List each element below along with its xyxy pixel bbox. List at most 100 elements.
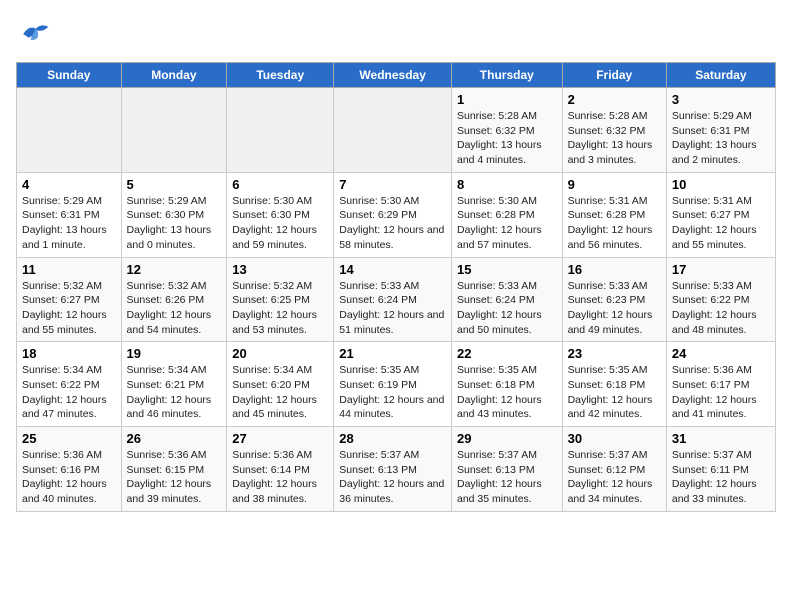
- day-number: 5: [127, 177, 222, 192]
- day-info: Sunrise: 5:36 AM Sunset: 6:17 PM Dayligh…: [672, 363, 770, 422]
- day-info: Sunrise: 5:30 AM Sunset: 6:29 PM Dayligh…: [339, 194, 446, 253]
- day-info: Sunrise: 5:34 AM Sunset: 6:22 PM Dayligh…: [22, 363, 116, 422]
- day-info: Sunrise: 5:29 AM Sunset: 6:31 PM Dayligh…: [22, 194, 116, 253]
- calendar-cell: [334, 88, 452, 173]
- calendar-cell: 16 Sunrise: 5:33 AM Sunset: 6:23 PM Dayli…: [562, 257, 666, 342]
- day-number: 13: [232, 262, 328, 277]
- day-info: Sunrise: 5:28 AM Sunset: 6:32 PM Dayligh…: [457, 109, 557, 168]
- header-day-saturday: Saturday: [666, 63, 775, 88]
- day-info: Sunrise: 5:37 AM Sunset: 6:11 PM Dayligh…: [672, 448, 770, 507]
- day-number: 29: [457, 431, 557, 446]
- day-number: 25: [22, 431, 116, 446]
- day-number: 30: [568, 431, 661, 446]
- day-info: Sunrise: 5:32 AM Sunset: 6:25 PM Dayligh…: [232, 279, 328, 338]
- day-number: 19: [127, 346, 222, 361]
- day-number: 12: [127, 262, 222, 277]
- day-number: 31: [672, 431, 770, 446]
- day-info: Sunrise: 5:29 AM Sunset: 6:30 PM Dayligh…: [127, 194, 222, 253]
- calendar-week-row: 1 Sunrise: 5:28 AM Sunset: 6:32 PM Daylig…: [17, 88, 776, 173]
- calendar-week-row: 25 Sunrise: 5:36 AM Sunset: 6:16 PM Dayli…: [17, 427, 776, 512]
- day-info: Sunrise: 5:35 AM Sunset: 6:18 PM Dayligh…: [568, 363, 661, 422]
- day-number: 6: [232, 177, 328, 192]
- day-number: 15: [457, 262, 557, 277]
- day-number: 7: [339, 177, 446, 192]
- calendar-cell: 2 Sunrise: 5:28 AM Sunset: 6:32 PM Daylig…: [562, 88, 666, 173]
- day-info: Sunrise: 5:33 AM Sunset: 6:23 PM Dayligh…: [568, 279, 661, 338]
- day-number: 28: [339, 431, 446, 446]
- logo-bird-icon: [16, 16, 52, 52]
- calendar-cell: 27Sunrise: 5:36 AM Sunset: 6:14 PM Dayli…: [227, 427, 334, 512]
- day-number: 17: [672, 262, 770, 277]
- calendar-cell: [121, 88, 227, 173]
- header-day-monday: Monday: [121, 63, 227, 88]
- calendar-cell: 29 Sunrise: 5:37 AM Sunset: 6:13 PM Dayli…: [451, 427, 562, 512]
- day-number: 10: [672, 177, 770, 192]
- calendar-week-row: 11 Sunrise: 5:32 AM Sunset: 6:27 PM Dayli…: [17, 257, 776, 342]
- calendar-cell: 5 Sunrise: 5:29 AM Sunset: 6:30 PM Daylig…: [121, 172, 227, 257]
- day-number: 16: [568, 262, 661, 277]
- day-info: Sunrise: 5:36 AM Sunset: 6:14 PM Dayligh…: [232, 448, 328, 507]
- day-info: Sunrise: 5:30 AM Sunset: 6:30 PM Dayligh…: [232, 194, 328, 253]
- day-info: Sunrise: 5:28 AM Sunset: 6:32 PM Dayligh…: [568, 109, 661, 168]
- day-info: Sunrise: 5:33 AM Sunset: 6:24 PM Dayligh…: [339, 279, 446, 338]
- day-info: Sunrise: 5:36 AM Sunset: 6:16 PM Dayligh…: [22, 448, 116, 507]
- day-number: 20: [232, 346, 328, 361]
- logo: [16, 16, 56, 52]
- calendar-cell: [227, 88, 334, 173]
- day-number: 1: [457, 92, 557, 107]
- calendar-cell: 24Sunrise: 5:36 AM Sunset: 6:17 PM Dayli…: [666, 342, 775, 427]
- day-info: Sunrise: 5:35 AM Sunset: 6:19 PM Dayligh…: [339, 363, 446, 422]
- calendar-cell: 19 Sunrise: 5:34 AM Sunset: 6:21 PM Dayli…: [121, 342, 227, 427]
- calendar-cell: 1 Sunrise: 5:28 AM Sunset: 6:32 PM Daylig…: [451, 88, 562, 173]
- day-number: 26: [127, 431, 222, 446]
- header-day-friday: Friday: [562, 63, 666, 88]
- calendar-cell: 17 Sunrise: 5:33 AM Sunset: 6:22 PM Dayli…: [666, 257, 775, 342]
- calendar-cell: 14 Sunrise: 5:33 AM Sunset: 6:24 PM Dayli…: [334, 257, 452, 342]
- calendar-cell: 6 Sunrise: 5:30 AM Sunset: 6:30 PM Daylig…: [227, 172, 334, 257]
- header: [16, 16, 776, 52]
- calendar-cell: 22 Sunrise: 5:35 AM Sunset: 6:18 PM Dayli…: [451, 342, 562, 427]
- day-info: Sunrise: 5:31 AM Sunset: 6:27 PM Dayligh…: [672, 194, 770, 253]
- day-info: Sunrise: 5:31 AM Sunset: 6:28 PM Dayligh…: [568, 194, 661, 253]
- day-number: 22: [457, 346, 557, 361]
- calendar-week-row: 4 Sunrise: 5:29 AM Sunset: 6:31 PM Daylig…: [17, 172, 776, 257]
- calendar-cell: 15 Sunrise: 5:33 AM Sunset: 6:24 PM Dayli…: [451, 257, 562, 342]
- calendar-cell: 26 Sunrise: 5:36 AM Sunset: 6:15 PM Dayli…: [121, 427, 227, 512]
- calendar-cell: 7 Sunrise: 5:30 AM Sunset: 6:29 PM Daylig…: [334, 172, 452, 257]
- day-info: Sunrise: 5:36 AM Sunset: 6:15 PM Dayligh…: [127, 448, 222, 507]
- day-info: Sunrise: 5:34 AM Sunset: 6:21 PM Dayligh…: [127, 363, 222, 422]
- day-info: Sunrise: 5:35 AM Sunset: 6:18 PM Dayligh…: [457, 363, 557, 422]
- day-info: Sunrise: 5:30 AM Sunset: 6:28 PM Dayligh…: [457, 194, 557, 253]
- day-info: Sunrise: 5:32 AM Sunset: 6:27 PM Dayligh…: [22, 279, 116, 338]
- day-number: 21: [339, 346, 446, 361]
- day-number: 2: [568, 92, 661, 107]
- calendar-cell: 8Sunrise: 5:30 AM Sunset: 6:28 PM Daylig…: [451, 172, 562, 257]
- header-day-thursday: Thursday: [451, 63, 562, 88]
- calendar-cell: 20Sunrise: 5:34 AM Sunset: 6:20 PM Dayli…: [227, 342, 334, 427]
- calendar-cell: 28 Sunrise: 5:37 AM Sunset: 6:13 PM Dayli…: [334, 427, 452, 512]
- day-number: 4: [22, 177, 116, 192]
- calendar-week-row: 18Sunrise: 5:34 AM Sunset: 6:22 PM Dayli…: [17, 342, 776, 427]
- day-info: Sunrise: 5:33 AM Sunset: 6:24 PM Dayligh…: [457, 279, 557, 338]
- calendar-cell: 13 Sunrise: 5:32 AM Sunset: 6:25 PM Dayli…: [227, 257, 334, 342]
- calendar-header-row: SundayMondayTuesdayWednesdayThursdayFrid…: [17, 63, 776, 88]
- day-number: 14: [339, 262, 446, 277]
- calendar-cell: 21 Sunrise: 5:35 AM Sunset: 6:19 PM Dayli…: [334, 342, 452, 427]
- day-number: 11: [22, 262, 116, 277]
- header-day-wednesday: Wednesday: [334, 63, 452, 88]
- day-number: 3: [672, 92, 770, 107]
- header-day-tuesday: Tuesday: [227, 63, 334, 88]
- calendar-cell: 9Sunrise: 5:31 AM Sunset: 6:28 PM Daylig…: [562, 172, 666, 257]
- day-info: Sunrise: 5:29 AM Sunset: 6:31 PM Dayligh…: [672, 109, 770, 168]
- day-info: Sunrise: 5:37 AM Sunset: 6:13 PM Dayligh…: [457, 448, 557, 507]
- day-info: Sunrise: 5:37 AM Sunset: 6:13 PM Dayligh…: [339, 448, 446, 507]
- calendar-cell: 10 Sunrise: 5:31 AM Sunset: 6:27 PM Dayli…: [666, 172, 775, 257]
- day-info: Sunrise: 5:33 AM Sunset: 6:22 PM Dayligh…: [672, 279, 770, 338]
- calendar-table: SundayMondayTuesdayWednesdayThursdayFrid…: [16, 62, 776, 512]
- calendar-cell: 18Sunrise: 5:34 AM Sunset: 6:22 PM Dayli…: [17, 342, 122, 427]
- calendar-cell: 3 Sunrise: 5:29 AM Sunset: 6:31 PM Daylig…: [666, 88, 775, 173]
- calendar-cell: 30Sunrise: 5:37 AM Sunset: 6:12 PM Dayli…: [562, 427, 666, 512]
- day-number: 23: [568, 346, 661, 361]
- calendar-cell: 23 Sunrise: 5:35 AM Sunset: 6:18 PM Dayli…: [562, 342, 666, 427]
- calendar-cell: 25 Sunrise: 5:36 AM Sunset: 6:16 PM Dayli…: [17, 427, 122, 512]
